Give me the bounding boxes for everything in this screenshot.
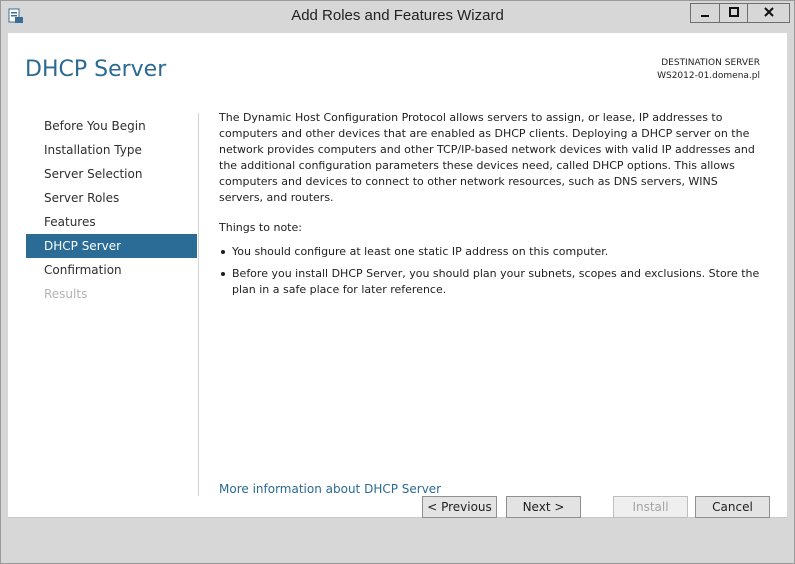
destination-server-name: WS2012-01.domena.pl	[657, 71, 760, 81]
note-item: You should configure at least one static…	[219, 244, 764, 260]
dhcp-description: The Dynamic Host Configuration Protocol …	[219, 111, 755, 204]
destination-server-info: DESTINATION SERVER WS2012-01.domena.pl	[657, 57, 760, 83]
wizard-client-area: DHCP Server DESTINATION SERVER WS2012-01…	[8, 33, 787, 517]
nav-item-features[interactable]: Features	[26, 210, 197, 234]
wizard-window: Add Roles and Features Wizard DHCP Serve…	[0, 0, 795, 564]
maximize-button[interactable]	[719, 3, 748, 23]
nav-item-before-you-begin[interactable]: Before You Begin	[26, 114, 197, 138]
notes-heading: Things to note:	[219, 221, 302, 234]
nav-item-results: Results	[44, 287, 88, 301]
nav-item-confirmation[interactable]: Confirmation	[26, 258, 197, 282]
previous-button[interactable]: < Previous	[422, 496, 497, 518]
destination-label: DESTINATION SERVER	[661, 58, 760, 68]
content-pane: The Dynamic Host Configuration Protocol …	[219, 110, 764, 304]
wizard-nav: Before You Begin Installation Type Serve…	[26, 114, 197, 306]
nav-divider	[198, 113, 199, 496]
page-title: DHCP Server	[25, 57, 167, 82]
minimize-icon	[701, 15, 709, 17]
minimize-button[interactable]	[690, 3, 720, 23]
maximize-icon	[728, 7, 739, 17]
note-item: Before you install DHCP Server, you shou…	[219, 266, 764, 298]
cancel-button[interactable]: Cancel	[695, 496, 770, 518]
close-button[interactable]	[747, 3, 790, 23]
more-info-link[interactable]: More information about DHCP Server	[219, 482, 441, 496]
nav-item-dhcp-server[interactable]: DHCP Server	[26, 234, 197, 258]
close-icon	[763, 7, 774, 17]
next-button[interactable]: Next >	[506, 496, 581, 518]
nav-item-server-roles[interactable]: Server Roles	[26, 186, 197, 210]
window-title: Add Roles and Features Wizard	[291, 7, 504, 24]
install-button: Install	[613, 496, 688, 518]
notes-list: You should configure at least one static…	[219, 244, 764, 298]
nav-item-server-selection[interactable]: Server Selection	[26, 162, 197, 186]
title-bar[interactable]: Add Roles and Features Wizard	[1, 1, 794, 33]
nav-item-installation-type[interactable]: Installation Type	[26, 138, 197, 162]
